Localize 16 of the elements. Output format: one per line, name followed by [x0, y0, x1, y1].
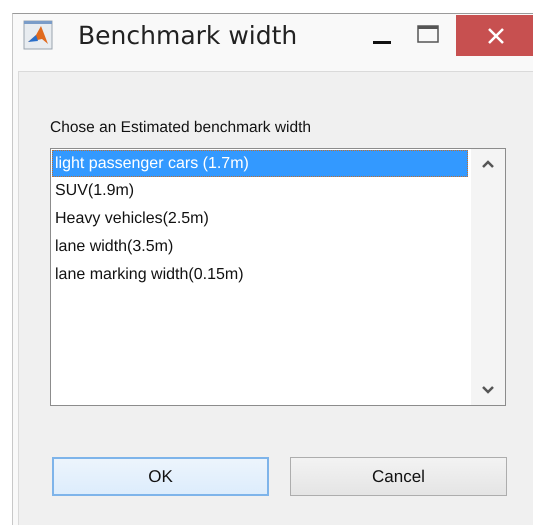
scroll-down-icon[interactable]	[481, 385, 495, 395]
list-item[interactable]: Heavy vehicles(2.5m)	[52, 205, 468, 233]
scrollbar[interactable]	[471, 149, 505, 405]
ok-button[interactable]: OK	[52, 457, 269, 496]
close-icon	[486, 26, 506, 46]
list-item[interactable]: lane marking width(0.15m)	[52, 261, 468, 289]
listbox[interactable]: light passenger cars (1.7m) SUV(1.9m) Heavy vehicles(2.5m) lane width(3.5m) lane marking width(0.15m)	[50, 148, 506, 406]
list-item[interactable]: SUV(1.9m)	[52, 177, 468, 205]
prompt-label: Chose an Estimated benchmark width	[50, 118, 312, 138]
close-button[interactable]	[456, 15, 533, 56]
app-icon	[23, 20, 53, 50]
list-item[interactable]: lane width(3.5m)	[52, 233, 468, 261]
window-title: Benchmark width	[78, 20, 298, 50]
scroll-up-icon[interactable]	[481, 159, 495, 169]
maximize-icon[interactable]	[417, 24, 439, 44]
cancel-button[interactable]: Cancel	[290, 457, 507, 496]
